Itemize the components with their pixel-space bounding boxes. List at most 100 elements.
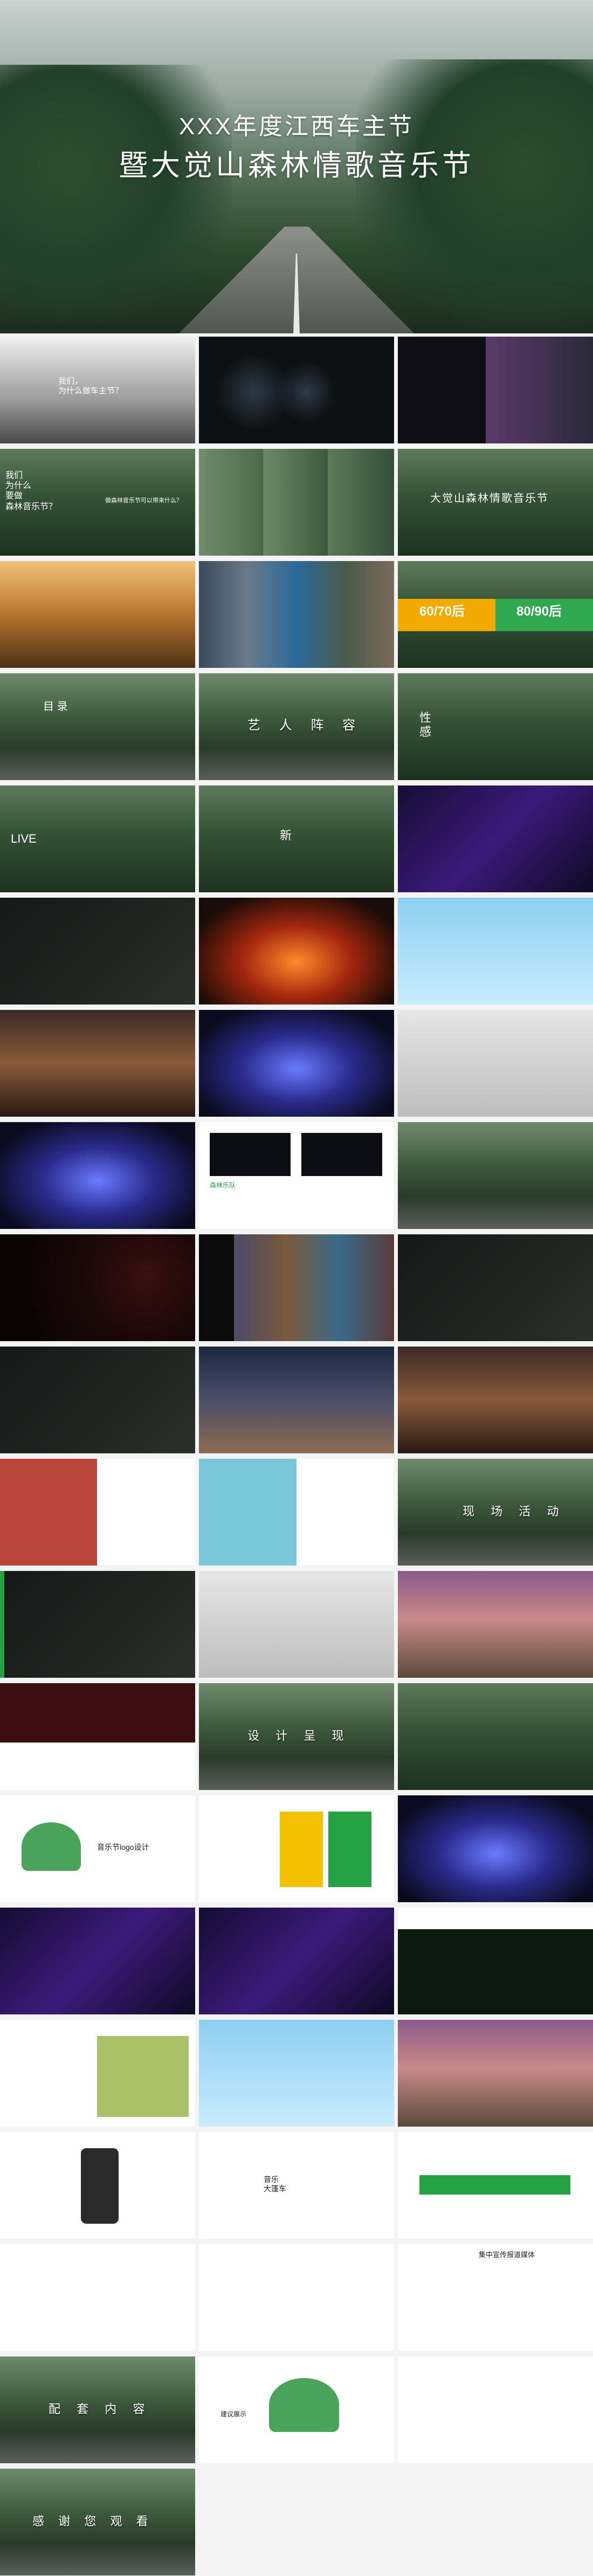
slide-stage-render-1[interactable] [0,1908,195,2014]
slide-stage-design[interactable] [398,1795,593,1902]
character-mark: 性 感 [419,711,432,739]
logo-design-label: 音乐节logo设计 [97,1843,149,1851]
slide-golden-field[interactable] [0,561,195,668]
slide-media-logos[interactable]: 集中宣传报道媒体 [398,2244,593,2351]
slide-film[interactable] [0,1347,195,1453]
slide-new[interactable]: 新 [199,785,394,892]
slide-forest-band[interactable]: 森林乐队 [199,1122,394,1229]
slide-performer[interactable] [0,1122,195,1229]
slide-sunset[interactable] [398,1347,593,1453]
scene-mark: 现 场 活 动 [463,1505,566,1518]
slide-character[interactable]: 性 感 [398,673,593,780]
band-photo-2 [301,1133,382,1176]
music-truck-label: 音乐 大篷车 [264,2175,286,2193]
slide-neon-artist[interactable] [398,785,593,892]
slide-sports-cars[interactable] [398,1234,593,1341]
media-title: 集中宣传报道媒体 [479,2251,535,2259]
package-mark: 配 套 内 容 [49,2402,151,2416]
forest-stage-render [97,2036,189,2117]
live-mark: LIVE [11,832,37,845]
festival-title: 大觉山森林情歌音乐节 [430,493,549,504]
slide-design[interactable]: 设 计 呈 现 [199,1683,394,1790]
cover-slide[interactable]: XXX年度江西车主节 暨大觉山森林情歌音乐节 [0,0,593,333]
slide-concert-arch[interactable] [0,1010,195,1117]
why-music-caption: 我们 为什么 要做 森林音乐节？ [5,471,58,511]
slide-poster[interactable] [199,1795,394,1902]
slide-dashboard[interactable] [199,337,394,443]
forest-band-label: 森林乐队 [210,1181,236,1189]
slide-car-collage[interactable] [199,1234,394,1341]
suggestion-label: 建议展示 [220,2410,247,2418]
red-car-photo [0,1683,195,1743]
slide-car-red[interactable] [0,1683,195,1790]
slide-why-music[interactable]: 我们 为什么 要做 森林音乐节？ 做森林音乐节可以带来什么？ [0,449,195,556]
slide-why-car[interactable]: 我们， 为什么做车主节？ [0,337,195,443]
slide-mountains[interactable] [199,1571,394,1678]
slide-spotlight[interactable] [0,1571,195,1678]
new-mark: 新 [280,829,292,842]
slide-stage-night[interactable] [398,1908,593,2014]
slide-track[interactable] [0,1459,195,1566]
slide-crowd[interactable] [199,1010,394,1117]
slide-stage[interactable] [199,898,394,1005]
band-photo-1 [210,1133,291,1176]
slide-dj[interactable] [0,898,195,1005]
slide-forest-panels[interactable] [199,449,394,556]
slide-photo-collage[interactable] [398,337,593,443]
gen-60-70-label: 60/70后 [419,604,465,619]
dashboard-gauges [199,337,394,443]
slide-band-jump[interactable] [398,898,593,1005]
festival-logo-icon [22,1822,81,1871]
slide-speedometer[interactable] [0,1234,195,1341]
slide-plant-sign[interactable] [199,2020,394,2127]
slide-phone[interactable] [0,2132,195,2239]
poster-yellow [280,1812,323,1887]
slide-festival-title[interactable]: 大觉山森林情歌音乐节 [398,449,593,556]
slide-music-truck[interactable]: 音乐 大篷车 [199,2132,394,2239]
artists-mark: 艺 人 阵 容 [247,718,363,733]
slide-pink-forest[interactable] [398,2020,593,2127]
slide-generations[interactable]: 60/70后 80/90后 [398,561,593,668]
slide-artists[interactable]: 艺 人 阵 容 [199,673,394,780]
banner-render [419,2175,570,2195]
collage-photos [398,337,593,443]
contents-title: 目 录 [43,701,68,713]
accent-bar [0,1571,4,1678]
slide-forest-stage[interactable] [0,2020,195,2127]
photo-grid [199,561,394,668]
slide-media-grid[interactable] [199,2244,394,2351]
design-mark: 设 计 呈 现 [247,1729,350,1743]
slide-forest-path[interactable] [398,1122,593,1229]
slide-banner[interactable] [398,2132,593,2239]
slide-scene[interactable]: 现 场 活 动 [398,1459,593,1566]
slide-logo[interactable]: 音乐节logo设计 [0,1795,195,1902]
festival-logo-icon [269,2378,339,2432]
presentation-contact-sheet: XXX年度江西车主节 暨大觉山森林情歌音乐节 我们， 为什么做车主节？ 我们 为… [0,0,593,2576]
music-question: 做森林音乐节可以带来什么？ [105,497,182,504]
forest-right [356,59,593,329]
night-stage-photo [398,1929,593,2014]
why-car-caption: 我们， 为什么做车主节？ [58,377,123,395]
slide-dusk[interactable] [199,1347,394,1453]
slide-scene-photo[interactable] [199,1459,394,1566]
slide-web-pages[interactable] [0,2244,195,2351]
slide-contents[interactable]: 目 录 [0,673,195,780]
slide-photo-grid[interactable] [199,561,394,668]
gen-80-90-label: 80/90后 [516,604,562,619]
slide-stage-render-2[interactable] [199,1908,394,2014]
track-photo [0,1459,97,1566]
phone-mockup [81,2148,119,2224]
slide-package[interactable]: 配 套 内 容 [0,2356,195,2463]
slide-sponsor-logos[interactable] [398,2356,593,2463]
slide-motorcycle-band[interactable] [398,1010,593,1117]
forest-panels [199,449,394,556]
slide-thanks[interactable]: 感 谢 您 观 看 [0,2469,195,2575]
poster-green [328,1812,371,1887]
forest-left [0,65,232,324]
slide-live[interactable]: LIVE [0,785,195,892]
cover-title-line1: XXX年度江西车主节 [178,113,415,140]
slide-textured[interactable] [398,1571,593,1678]
slide-suggestion[interactable]: 建议展示 [199,2356,394,2463]
slide-forest-light[interactable] [398,1683,593,1790]
cover-title-line2: 暨大觉山森林情歌音乐节 [119,149,474,182]
